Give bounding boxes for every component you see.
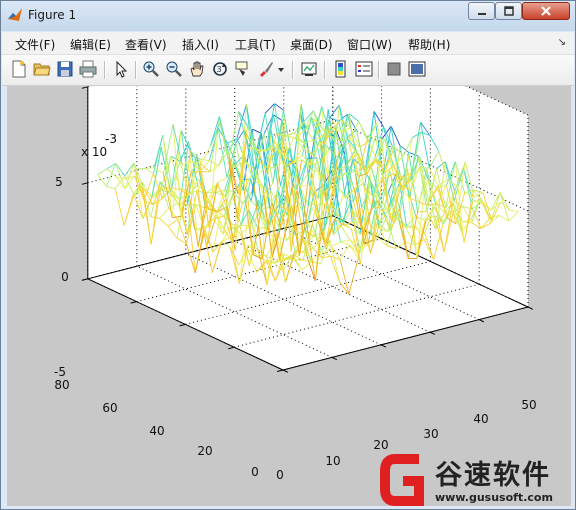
z-tick-label-0: 0 <box>61 270 69 284</box>
minimize-button[interactable] <box>468 2 495 20</box>
minimize-icon <box>477 13 486 15</box>
menu-insert[interactable]: 插入(I) <box>182 36 219 53</box>
svg-text:3: 3 <box>217 65 222 74</box>
axis-line <box>478 319 485 323</box>
toolbar-separator <box>135 61 137 79</box>
z-tick-label-minus5: -5 <box>54 365 66 379</box>
y-tick-labels: 80 60 40 20 0 <box>54 378 258 479</box>
gususoft-logo-icon <box>380 454 424 506</box>
menu-file[interactable]: 文件(F) <box>15 36 55 53</box>
menu-bar: 文件(F) 编辑(E) 查看(V) 插入(I) 工具(T) 桌面(D) 窗口(W… <box>2 32 574 55</box>
axis-line <box>331 356 338 361</box>
colorbar-icon[interactable] <box>332 60 350 78</box>
open-file-icon[interactable] <box>33 60 51 78</box>
figure-canvas[interactable]: 5 0 -5 80 60 40 20 0 0 10 20 30 40 50 x … <box>7 86 571 506</box>
maximize-icon <box>503 6 514 16</box>
figure-window: Figure 1 文件(F) 编辑(E) 查看(V) 插入(I) 工具(T) 桌… <box>0 0 576 510</box>
z-tick-label-5: 5 <box>55 175 63 189</box>
toolbar-separator <box>292 61 294 79</box>
axis-line <box>179 323 186 327</box>
mesh-edge <box>191 170 201 173</box>
title-bar[interactable]: Figure 1 <box>1 1 575 31</box>
data-cursor-icon[interactable] <box>234 60 252 78</box>
menu-dock-arrow-icon[interactable]: ↘ <box>558 37 566 48</box>
window-title: Figure 1 <box>28 8 77 22</box>
axis-line <box>276 369 284 372</box>
watermark: 谷速软件 www.gususoft.com <box>377 451 573 509</box>
link-plot-icon[interactable] <box>300 60 318 78</box>
mesh-edge <box>372 206 382 209</box>
y-tick-label-60: 60 <box>102 401 117 415</box>
zoom-out-icon[interactable] <box>165 60 183 78</box>
x-tick-label-10: 10 <box>325 454 340 468</box>
save-icon[interactable] <box>56 60 74 78</box>
axis-line <box>81 86 88 89</box>
axis-line <box>380 344 387 348</box>
matlab-icon <box>8 8 22 21</box>
y-tick-label-40: 40 <box>149 424 164 438</box>
watermark-brand: 谷速软件 <box>435 460 551 491</box>
z-exponent-label: x 10 <box>81 145 107 159</box>
menu-help[interactable]: 帮助(H) <box>408 36 450 53</box>
close-button[interactable] <box>522 2 570 20</box>
x-tick-label-50: 50 <box>521 398 536 412</box>
axis-line <box>527 306 534 310</box>
watermark-url: www.gususoft.com <box>435 491 553 504</box>
legend-icon[interactable] <box>355 60 373 78</box>
figure-toolbar: 3 <box>2 55 574 86</box>
brush-icon[interactable] <box>257 60 275 78</box>
axis-line <box>228 346 235 350</box>
x-tick-label-40: 40 <box>473 412 488 426</box>
new-figure-icon[interactable] <box>10 60 28 78</box>
brush-dropdown-icon[interactable] <box>277 60 285 78</box>
toolbar-separator <box>324 61 326 79</box>
zoom-in-icon[interactable] <box>142 60 160 78</box>
z-tick-labels: 5 0 -5 <box>54 175 69 379</box>
surface-plot-3d[interactable]: 5 0 -5 80 60 40 20 0 0 10 20 30 40 50 x … <box>7 86 571 506</box>
menu-view[interactable]: 查看(V) <box>125 36 167 53</box>
toolbar-separator <box>378 61 380 79</box>
x-tick-label-30: 30 <box>423 427 438 441</box>
y-tick-label-80: 80 <box>54 378 69 392</box>
close-icon <box>541 6 551 16</box>
axis-line <box>81 182 88 185</box>
print-icon[interactable] <box>79 60 97 78</box>
menu-window[interactable]: 窗口(W) <box>347 36 392 53</box>
menu-edit[interactable]: 编辑(E) <box>70 36 111 53</box>
y-tick-label-20: 20 <box>197 444 212 458</box>
x-tick-label-20: 20 <box>373 438 388 452</box>
pan-icon[interactable] <box>188 60 206 78</box>
show-plot-tools-icon[interactable] <box>408 60 426 78</box>
menu-tools[interactable]: 工具(T) <box>235 36 276 53</box>
mesh-edge <box>200 170 210 173</box>
y-tick-label-0: 0 <box>251 465 259 479</box>
pointer-icon[interactable] <box>112 60 130 78</box>
rotate-3d-icon[interactable]: 3 <box>211 60 229 78</box>
maximize-button[interactable] <box>495 2 522 20</box>
toolbar-separator <box>104 61 106 79</box>
x-tick-label-0: 0 <box>276 468 284 482</box>
axis-line <box>282 369 289 373</box>
z-exponent-power: -3 <box>105 132 117 146</box>
axis-line <box>81 278 88 281</box>
hide-plot-tools-icon[interactable] <box>385 60 403 78</box>
axis-line <box>429 331 436 335</box>
mesh-edge <box>135 167 145 170</box>
menu-desktop[interactable]: 桌面(D) <box>290 36 333 53</box>
axis-line <box>130 301 137 304</box>
